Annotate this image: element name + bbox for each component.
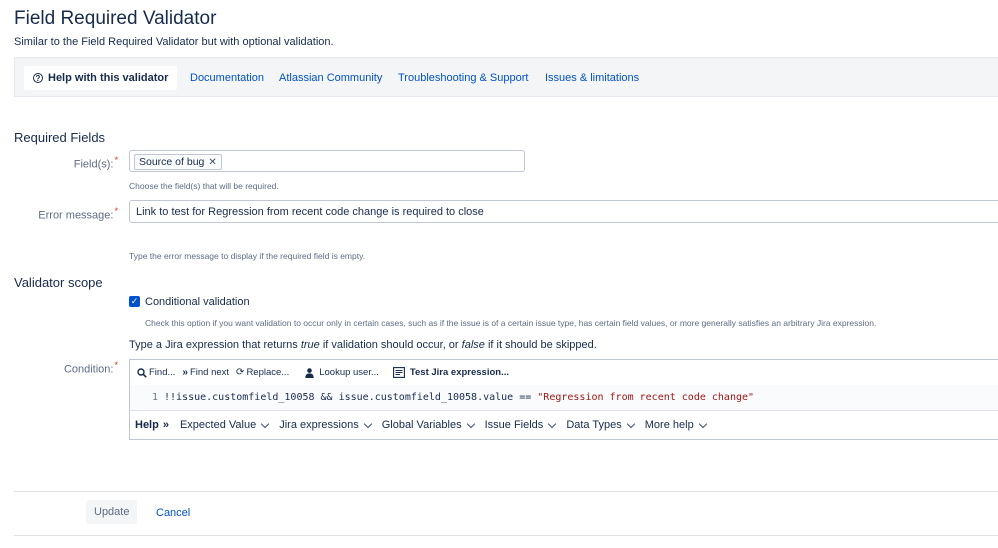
help-issue-fields[interactable]: Issue Fields <box>485 419 557 431</box>
fields-label: Field(s):* <box>73 155 118 171</box>
remove-chip-icon[interactable]: ✕ <box>208 157 216 168</box>
chevron-down-icon <box>260 419 270 428</box>
help-more-help[interactable]: More help <box>645 419 707 431</box>
help-tab-bar: ? Help with this validator Documentation… <box>14 57 998 97</box>
fields-multiselect[interactable]: Source of bug ✕ <box>129 150 525 172</box>
help-label: Help <box>135 419 159 431</box>
question-icon: ? <box>33 73 43 83</box>
tab-help-with-validator[interactable]: ? Help with this validator <box>24 66 178 90</box>
find-next-button[interactable]: » Find next <box>182 367 229 378</box>
update-button[interactable]: Update <box>86 500 138 524</box>
replace-button[interactable]: ⟳ Replace... <box>236 367 289 378</box>
chevron-down-icon <box>698 419 707 428</box>
double-chevron-icon: » <box>182 367 188 378</box>
chevron-down-icon <box>626 419 636 428</box>
condition-editor: Find... » Find next ⟳ Replace... Lookup … <box>129 359 998 440</box>
cancel-link[interactable]: Cancel <box>156 507 190 519</box>
error-message-help: Type the error message to display if the… <box>129 251 366 261</box>
test-expression-button[interactable]: Test Jira expression... <box>392 367 509 378</box>
line-number: 1 <box>151 392 158 403</box>
chevron-down-icon <box>548 419 557 428</box>
required-asterisk: * <box>114 155 118 165</box>
footer-divider-bottom <box>14 535 998 536</box>
tab-atlassian-community[interactable]: Atlassian Community <box>279 72 382 84</box>
help-jira-expressions[interactable]: Jira expressions <box>279 419 372 431</box>
refresh-icon: ⟳ <box>236 367 245 378</box>
tab-issues-limitations[interactable]: Issues & limitations <box>545 72 639 84</box>
conditional-validation-help: Check this option if you want validation… <box>145 318 877 328</box>
conditional-validation-label[interactable]: Conditional validation <box>145 296 250 308</box>
expression-intro: Type a Jira expression that returns true… <box>129 339 597 351</box>
chevron-down-icon <box>363 419 372 428</box>
test-icon <box>392 367 405 378</box>
help-expected-value[interactable]: Expected Value <box>180 419 270 431</box>
field-chip: Source of bug ✕ <box>134 154 222 170</box>
help-global-variables[interactable]: Global Variables <box>382 419 475 431</box>
section-validator-scope: Validator scope <box>14 275 103 290</box>
section-required-fields: Required Fields <box>14 130 106 145</box>
tab-documentation[interactable]: Documentation <box>190 72 264 84</box>
conditional-validation-checkbox[interactable]: ✓ <box>129 296 140 307</box>
chevron-down-icon <box>466 419 475 428</box>
help-toggle-icon[interactable]: » <box>163 419 169 431</box>
lookup-user-button[interactable]: Lookup user... <box>305 367 379 378</box>
condition-label: Condition:* <box>63 360 118 376</box>
search-icon <box>137 367 147 378</box>
page-title: Field Required Validator <box>14 8 217 29</box>
user-icon <box>305 367 314 378</box>
editor-help-bar: Help » Expected Value Jira expressions G… <box>130 411 998 439</box>
fields-help: Choose the field(s) that will be require… <box>129 181 279 191</box>
tab-label: Help with this validator <box>48 72 169 84</box>
error-message-label: Error message:* <box>38 206 118 222</box>
error-message-input[interactable]: Link to test for Regression from recent … <box>129 200 998 223</box>
checkmark-icon: ✓ <box>130 296 139 306</box>
required-asterisk: * <box>114 206 118 216</box>
code-text: !!issue.customfield_10058 && issue.custo… <box>164 392 755 403</box>
editor-toolbar: Find... » Find next ⟳ Replace... Lookup … <box>130 360 998 386</box>
field-chip-label: Source of bug <box>139 156 205 168</box>
required-asterisk: * <box>114 360 118 370</box>
code-line[interactable]: 1 !!issue.customfield_10058 && issue.cus… <box>130 385 998 411</box>
help-data-types[interactable]: Data Types <box>566 419 636 431</box>
footer-divider-top <box>14 491 998 492</box>
page-subtitle: Similar to the Field Required Validator … <box>14 36 334 48</box>
tab-troubleshooting-support[interactable]: Troubleshooting & Support <box>398 72 528 84</box>
find-button[interactable]: Find... <box>137 367 175 378</box>
